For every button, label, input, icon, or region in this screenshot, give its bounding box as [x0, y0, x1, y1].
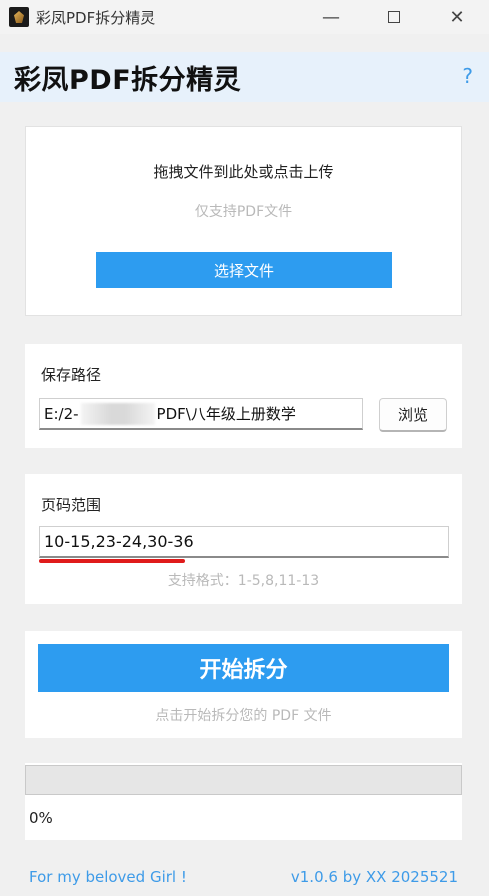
page-title: 彩凤PDF拆分精灵: [14, 65, 242, 96]
save-path-label: 保存路径: [41, 366, 102, 384]
footer-dedication-link[interactable]: For my beloved Girl !: [29, 868, 187, 886]
start-section: 开始拆分 点击开始拆分您的 PDF 文件: [25, 631, 462, 738]
page-range-section: 页码范围 10-15,23-24,30-36 支持格式：1-5,8,11-13: [25, 474, 462, 604]
page-range-input[interactable]: 10-15,23-24,30-36: [39, 526, 449, 558]
progress-percent: 0%: [29, 809, 53, 827]
save-path-section: 保存路径 E:/2- PDF\八年级上册数学 浏览: [25, 344, 462, 448]
progress-section: 0%: [25, 763, 462, 840]
red-underline-annotation: [39, 559, 185, 563]
maximize-icon: [388, 11, 400, 23]
footer-version-link[interactable]: v1.0.6 by XX 2025521: [291, 868, 458, 886]
close-icon: ✕: [449, 6, 465, 28]
maximize-button[interactable]: [371, 0, 417, 34]
app-header: 彩凤PDF拆分精灵 ?: [0, 52, 489, 102]
drop-zone-text: 拖拽文件到此处或点击上传: [153, 163, 334, 181]
browse-button[interactable]: 浏览: [379, 398, 447, 432]
close-button[interactable]: ✕: [434, 0, 480, 34]
window-title: 彩凤PDF拆分精灵: [36, 8, 156, 27]
minimize-button[interactable]: —: [308, 0, 354, 34]
start-split-button[interactable]: 开始拆分: [38, 644, 449, 692]
app-logo-icon: [9, 7, 29, 27]
drop-zone-hint: 仅支持PDF文件: [194, 204, 293, 220]
start-hint: 点击开始拆分您的 PDF 文件: [155, 708, 332, 724]
help-icon[interactable]: ?: [462, 64, 473, 88]
upload-drop-zone[interactable]: 拖拽文件到此处或点击上传 仅支持PDF文件 选择文件: [25, 126, 462, 316]
minimize-icon: —: [322, 6, 340, 28]
page-range-value: 10-15,23-24,30-36: [44, 532, 194, 551]
format-hint: 支持格式：1-5,8,11-13: [167, 573, 320, 589]
redacted-blur: [80, 402, 155, 425]
progress-bar: [25, 765, 462, 795]
page-range-label: 页码范围: [41, 496, 102, 514]
save-path-prefix: E:/2-: [44, 404, 79, 423]
select-file-button[interactable]: 选择文件: [96, 252, 392, 288]
save-path-input[interactable]: E:/2- PDF\八年级上册数学: [39, 398, 363, 430]
save-path-suffix: PDF\八年级上册数学: [156, 405, 296, 423]
